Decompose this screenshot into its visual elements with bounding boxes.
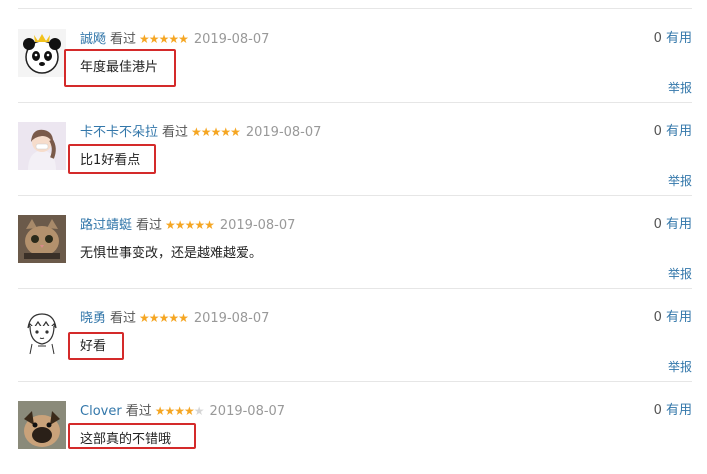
useful-vote[interactable]: 0 有用 [654, 310, 692, 326]
username-link[interactable]: 卡不卡不朵拉 [80, 125, 158, 140]
useful-button[interactable]: 有用 [666, 31, 692, 46]
girl-avatar-icon[interactable] [18, 122, 66, 170]
useful-vote[interactable]: 0 有用 [654, 217, 692, 233]
star-icon: ★ [194, 218, 205, 232]
star-icon: ★ [191, 125, 202, 139]
panda-avatar-icon[interactable] [18, 29, 66, 77]
useful-count: 0 [653, 217, 662, 232]
rating-stars: ★★★★★ [139, 311, 189, 325]
useful-vote[interactable]: 0 有用 [654, 403, 692, 419]
highlight-box [68, 423, 196, 449]
watch-status: 看过 [162, 125, 189, 140]
highlight-box [68, 144, 156, 174]
report-link[interactable]: 举报 [668, 358, 692, 375]
dog-avatar-icon[interactable] [18, 401, 66, 449]
useful-vote[interactable]: 0 有用 [654, 124, 692, 140]
star-icon: ★ [154, 404, 166, 418]
review-item: 路过蜻蜓 看过 ★★★★★ 2019-08-07 0 有用 无惧世事变改，还是越难越爱… [18, 195, 692, 289]
review-comment: 无惧世事变改，还是越难越爱。 [80, 246, 263, 261]
review-meta: 路过蜻蜓 看过 ★★★★★ 2019-08-07 [80, 217, 295, 234]
useful-button[interactable]: 有用 [666, 403, 692, 418]
review-date: 2019-08-07 [219, 218, 296, 233]
useful-count: 0 [653, 310, 662, 325]
review-meta: 卡不卡不朵拉 看过 ★★★★★ 2019-08-07 [80, 124, 321, 141]
useful-button[interactable]: 有用 [666, 124, 692, 139]
star-icon: ★ [168, 311, 179, 325]
report-link[interactable]: 举报 [668, 265, 692, 282]
star-icon: ★ [210, 125, 222, 139]
review-meta: 誠飏 看过 ★★★★★ 2019-08-07 [80, 31, 269, 48]
watch-status: 看过 [125, 404, 152, 419]
star-icon: ★ [184, 218, 196, 232]
useful-button[interactable]: 有用 [666, 217, 692, 232]
useful-count: 0 [653, 31, 662, 46]
useful-vote[interactable]: 0 有用 [654, 31, 692, 47]
review-date: 2019-08-07 [193, 32, 270, 47]
review-date: 2019-08-07 [193, 311, 270, 326]
star-icon: ★ [165, 218, 176, 232]
username-link[interactable]: 誠飏 [80, 32, 106, 47]
star-icon: ★ [168, 32, 179, 46]
review-date: 2019-08-07 [245, 125, 322, 140]
report-link[interactable]: 举报 [668, 79, 692, 96]
star-icon: ★ [158, 32, 170, 46]
star-empty-icon: ★ [193, 404, 205, 418]
watch-status: 看过 [110, 32, 137, 47]
highlight-box [68, 332, 124, 360]
rating-stars: ★★★★★ [154, 404, 205, 418]
rating-stars: ★★★★★ [139, 32, 189, 46]
star-icon: ★ [230, 125, 241, 139]
star-icon: ★ [200, 125, 212, 139]
star-icon: ★ [184, 404, 195, 418]
star-icon: ★ [174, 404, 185, 418]
report-link[interactable]: 举报 [668, 172, 692, 189]
star-icon: ★ [220, 125, 231, 139]
watch-status: 看过 [110, 311, 137, 326]
username-link[interactable]: 晓勇 [80, 311, 106, 326]
star-icon: ★ [148, 311, 160, 325]
star-icon: ★ [158, 311, 170, 325]
review-meta: Clover 看过 ★★★★★ 2019-08-07 [80, 403, 285, 420]
review-meta: 晓勇 看过 ★★★★★ 2019-08-07 [80, 310, 269, 327]
rating-stars: ★★★★★ [191, 125, 241, 139]
star-icon: ★ [178, 311, 189, 325]
useful-button[interactable]: 有用 [666, 310, 692, 325]
star-icon: ★ [178, 32, 189, 46]
rating-stars: ★★★★★ [165, 218, 215, 232]
username-link[interactable]: Clover [80, 404, 122, 419]
star-icon: ★ [148, 32, 160, 46]
star-icon: ★ [139, 311, 150, 325]
useful-count: 0 [653, 403, 662, 418]
sketch-avatar-icon[interactable] [18, 308, 66, 356]
star-icon: ★ [164, 404, 175, 418]
highlight-box [64, 49, 176, 87]
review-date: 2019-08-07 [209, 404, 286, 419]
useful-count: 0 [653, 124, 662, 139]
cat-avatar-icon[interactable] [18, 215, 66, 263]
star-icon: ★ [139, 32, 150, 46]
star-icon: ★ [174, 218, 186, 232]
username-link[interactable]: 路过蜻蜓 [80, 218, 132, 233]
star-icon: ★ [204, 218, 215, 232]
watch-status: 看过 [136, 218, 163, 233]
